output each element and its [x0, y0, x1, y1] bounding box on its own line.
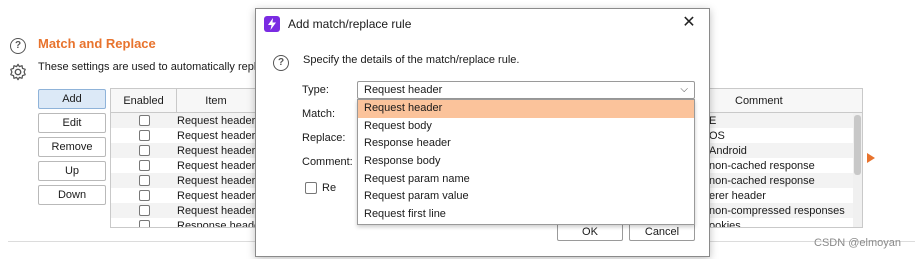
- table-cell-item: Request header: [177, 114, 255, 127]
- scrollbar-thumb[interactable]: [854, 115, 861, 175]
- type-dropdown-list: Request header Request body Response hea…: [357, 99, 695, 225]
- rules-table-comment-column: Comment E OS Android non-cached response…: [693, 88, 863, 228]
- rules-table: Enabled Item Request header Request head…: [110, 88, 256, 228]
- table-row[interactable]: Android: [693, 143, 862, 158]
- table-body: E OS Android non-cached response non-cac…: [693, 113, 862, 228]
- add-button[interactable]: Add: [38, 89, 106, 109]
- ok-button[interactable]: OK: [557, 223, 623, 241]
- down-button[interactable]: Down: [38, 185, 106, 205]
- table-row[interactable]: non-cached response: [693, 173, 862, 188]
- replace-label: Replace:: [302, 132, 346, 144]
- dialog-titlebar[interactable]: Add match/replace rule ✕: [256, 9, 709, 39]
- section-description: These settings are used to automatically…: [38, 61, 256, 73]
- enabled-checkbox[interactable]: [138, 220, 150, 227]
- table-row[interactable]: Request header: [111, 158, 255, 173]
- expand-arrow-icon[interactable]: [867, 153, 875, 163]
- help-icon[interactable]: ?: [10, 38, 26, 54]
- edit-button[interactable]: Edit: [38, 113, 106, 133]
- table-cell-comment: E: [709, 114, 717, 127]
- table-row[interactable]: Response heade: [111, 218, 255, 228]
- table-row[interactable]: non-cached response: [693, 158, 862, 173]
- regex-checkbox-box[interactable]: [305, 182, 317, 194]
- column-header-item[interactable]: Item: [177, 89, 255, 112]
- table-cell-item: Request header: [177, 159, 255, 172]
- table-row[interactable]: non-compressed responses: [693, 203, 862, 218]
- dialog-description: Specify the details of the match/replace…: [303, 54, 520, 66]
- regex-checkbox-label: Regex m: [322, 182, 336, 194]
- table-row[interactable]: Request header: [111, 173, 255, 188]
- enabled-checkbox[interactable]: [138, 205, 150, 216]
- up-button[interactable]: Up: [38, 161, 106, 181]
- section-title: Match and Replace: [38, 36, 156, 51]
- table-cell-item: Request header: [177, 144, 255, 157]
- table-cell-item: Response heade: [177, 219, 255, 228]
- table-cell-item: Request header: [177, 204, 255, 217]
- enabled-checkbox[interactable]: [138, 115, 150, 126]
- watermark: CSDN @elmoyan: [814, 237, 901, 249]
- table-cell-item: Request header: [177, 174, 255, 187]
- enabled-checkbox[interactable]: [138, 175, 150, 186]
- enabled-checkbox[interactable]: [138, 160, 150, 171]
- chevron-down-icon: ⌵: [680, 84, 688, 95]
- close-icon[interactable]: ✕: [681, 15, 697, 31]
- table-row[interactable]: Request header: [111, 188, 255, 203]
- table-row[interactable]: erer header: [693, 188, 862, 203]
- regex-match-checkbox[interactable]: Regex m: [305, 182, 336, 194]
- help-icon[interactable]: ?: [273, 55, 289, 71]
- table-cell-comment: OS: [709, 129, 725, 142]
- table-row[interactable]: ookies: [693, 218, 862, 228]
- table-row[interactable]: OS: [693, 128, 862, 143]
- match-label: Match:: [302, 108, 336, 120]
- dropdown-option-request-param-value[interactable]: Request param value: [358, 188, 694, 206]
- table-cell-comment: Android: [709, 144, 747, 157]
- table-row[interactable]: Request header: [111, 128, 255, 143]
- table-row[interactable]: Request header: [111, 203, 255, 218]
- type-select-value: Request header: [364, 84, 443, 96]
- table-header: Enabled Item: [111, 89, 255, 113]
- table-cell-comment: non-cached response: [709, 159, 815, 172]
- table-cell-comment: non-compressed responses: [709, 204, 845, 217]
- burp-lightning-icon: [264, 16, 280, 32]
- dropdown-option-request-first-line[interactable]: Request first line: [358, 206, 694, 224]
- table-row[interactable]: E: [693, 113, 862, 128]
- dropdown-option-response-header[interactable]: Response header: [358, 135, 694, 153]
- dropdown-option-request-header[interactable]: Request header: [358, 100, 694, 118]
- comment-label: Comment:: [302, 156, 353, 168]
- table-cell-comment: ookies: [709, 219, 741, 228]
- add-rule-dialog: Add match/replace rule ✕ ? Specify the d…: [255, 8, 710, 257]
- table-cell-comment: non-cached response: [709, 174, 815, 187]
- column-header-enabled[interactable]: Enabled: [111, 89, 177, 112]
- table-cell-item: Request header: [177, 129, 255, 142]
- table-row[interactable]: Request header: [111, 143, 255, 158]
- dropdown-option-request-body[interactable]: Request body: [358, 118, 694, 136]
- enabled-checkbox[interactable]: [138, 145, 150, 156]
- type-select[interactable]: Request header ⌵: [357, 81, 695, 99]
- enabled-checkbox[interactable]: [138, 190, 150, 201]
- cancel-button[interactable]: Cancel: [629, 223, 695, 241]
- dialog-title: Add match/replace rule: [288, 17, 412, 31]
- table-cell-item: Request header: [177, 189, 255, 202]
- table-row[interactable]: Request header: [111, 113, 255, 128]
- dropdown-option-request-param-name[interactable]: Request param name: [358, 171, 694, 189]
- type-label: Type:: [302, 84, 329, 96]
- gear-icon[interactable]: [9, 63, 27, 81]
- table-cell-comment: erer header: [709, 189, 766, 202]
- column-header-comment[interactable]: Comment: [693, 89, 862, 113]
- table-body: Request header Request header Request he…: [111, 113, 255, 228]
- remove-button[interactable]: Remove: [38, 137, 106, 157]
- enabled-checkbox[interactable]: [138, 130, 150, 141]
- dropdown-option-response-body[interactable]: Response body: [358, 153, 694, 171]
